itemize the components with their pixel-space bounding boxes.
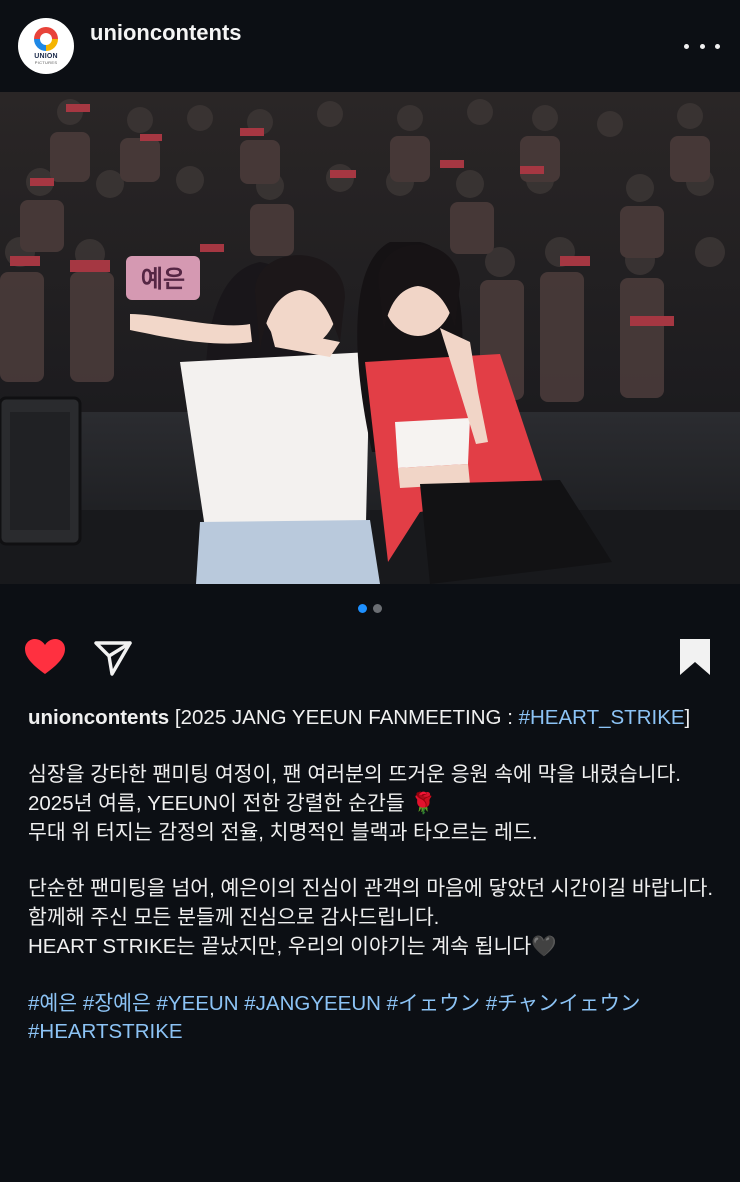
caption-title-text: [2025 JANG YEEUN FANMEETING : <box>169 706 519 729</box>
hashtag[interactable]: #チャンイェウン <box>486 992 641 1015</box>
avatar-brand: UNION <box>34 53 58 60</box>
post-username[interactable]: unioncontents <box>90 20 242 46</box>
hashtag[interactable]: #YEEUN <box>157 992 239 1015</box>
carousel-indicator <box>0 604 740 616</box>
fanmeeting-photo-illustration: 예은 <box>0 92 740 584</box>
carousel-dot-active <box>358 604 367 613</box>
caption-hashtags: #예은 #장예은 #YEEUN #JANGYEEUN #イェウン #チャンイェウ… <box>28 990 718 1047</box>
carousel-dot <box>373 604 382 613</box>
caption-line-6-text: HEART STRIKE는 끝났지만, 우리의 이야기는 계속 됩니다 <box>28 935 532 958</box>
heart-icon[interactable] <box>24 638 66 676</box>
fan-banner-text: 예은 <box>141 265 185 293</box>
post-photo[interactable]: 예은 <box>0 92 740 584</box>
avatar-brand-sub: PICTURES <box>34 60 58 65</box>
caption-line-1: 심장을 강타한 팬미팅 여정이, 팬 여러분의 뜨거운 응원 속에 막을 내렸습… <box>28 762 682 786</box>
caption-line-2: 2025년 여름, YEEUN이 전한 강렬한 순간들 🌹 <box>28 789 718 819</box>
union-logo-icon <box>34 27 58 51</box>
hashtag[interactable]: #イェウン <box>387 992 480 1015</box>
avatar[interactable]: UNION PICTURES <box>18 18 74 74</box>
caption-line-3: 무대 위 터지는 감정의 전율, 치명적인 블랙과 타오르는 레드. <box>28 820 538 844</box>
caption-line-5: 함께해 주신 모든 분들께 진심으로 감사드립니다. <box>28 905 440 929</box>
post-actions <box>0 632 740 684</box>
caption-author[interactable]: unioncontents <box>28 706 169 729</box>
send-icon[interactable] <box>93 638 133 678</box>
caption-title: unioncontents [2025 JANG YEEUN FANMEETIN… <box>28 704 718 733</box>
caption-line-2-text: 2025년 여름, YEEUN이 전한 강렬한 순간들 <box>28 792 405 815</box>
hashtag[interactable]: #JANGYEEUN <box>244 992 381 1015</box>
rose-emoji-icon: 🌹 <box>410 791 436 815</box>
hashtag[interactable]: #HEARTSTRIKE <box>28 1020 183 1043</box>
more-options-icon[interactable] <box>684 36 720 56</box>
hashtag[interactable]: #장예은 <box>83 992 151 1015</box>
caption-title-hashtag[interactable]: #HEART_STRIKE <box>519 706 685 729</box>
caption-title-close: ] <box>684 706 691 729</box>
hashtag[interactable]: #예은 <box>28 992 77 1015</box>
black-heart-emoji-icon: 🖤 <box>531 934 557 958</box>
post-header: UNION PICTURES unioncontents <box>0 0 740 92</box>
bookmark-icon[interactable] <box>678 638 712 676</box>
caption-line-4: 단순한 팬미팅을 넘어, 예은이의 진심이 관객의 마음에 닿았던 시간이길 바… <box>28 877 714 900</box>
post-caption: unioncontents [2025 JANG YEEUN FANMEETIN… <box>28 704 718 1047</box>
caption-line-6: HEART STRIKE는 끝났지만, 우리의 이야기는 계속 됩니다🖤 <box>28 932 718 962</box>
